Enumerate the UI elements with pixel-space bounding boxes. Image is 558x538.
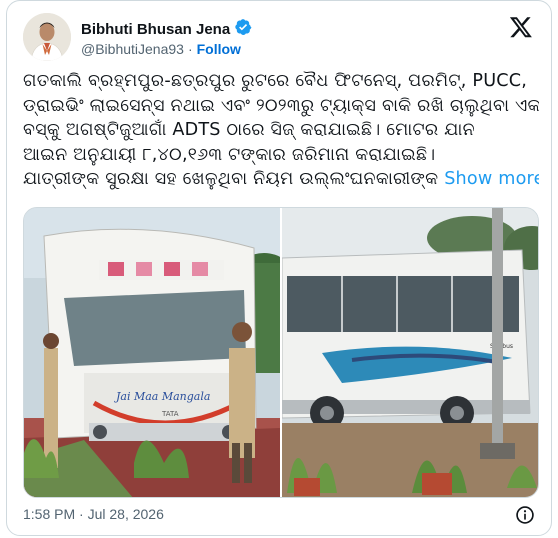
tweet-line: ଡ୍ରାଇଭିଂ ଲାଇସେନ୍ସ ନଥାଇ ଏବଂ ୨୦୨୩ରୁ ଟ୍ୟାକ୍… [23,95,539,116]
tweet-line: ଆଇନ ଅନୁଯାୟୀ ୮,୪୦,୧୬୩ ଟଙ୍କାର ଜରିମାନା କରାଯ… [23,144,436,165]
tweet-header: Bibhuti Bhusan Jena @BibhutiJena93 · Fol… [23,13,535,65]
author-handle-row: @BibhutiJena93 · Follow [81,41,241,57]
verified-badge-icon [234,18,252,40]
tweet-line: ବସ୍‌କୁ ଅଗଷ୍ଟିଜୁଆଗାଁ ADTS ଠାରେ ସିଜ୍ କରାଯା… [23,120,475,140]
bus-front-photo[interactable]: Jai Maa Mangala TATA [24,208,280,497]
bus-side-photo[interactable]: Starbus [282,208,538,497]
tweet-line-text: ଯାତ୍ରୀଙ୍କ ସୁରକ୍ଷା ସହ ଖେଳୁଥିବା ନିୟମ ଉଲ୍ଲଂ… [23,169,439,189]
tweet-text: ଗତକାଲି ବ୍ରହ୍ମପୁର-ଛତ୍ରପୁର ରୁଟରେ ବୈଧ ଫିଟନେ… [23,69,539,192]
tweet-line: ଗତକାଲି ବ୍ରହ୍ମପୁର-ଛତ୍ରପୁର ରୁଟରେ ବୈଧ ଫିଟନେ… [23,71,528,91]
show-more-link[interactable]: Show more [444,169,539,189]
info-icon[interactable] [515,505,535,525]
bus-name-text: Jai Maa Mangala [114,390,210,403]
tweet-line-last: ଯାତ୍ରୀଙ୍କ ସୁରକ୍ଷା ସହ ଖେଳୁଥିବା ନିୟମ ଉଲ୍ଲଂ… [23,167,539,192]
tweet-timestamp[interactable]: 1:58 PM · Jul 28, 2026 [23,506,164,522]
follow-button[interactable]: Follow [197,41,241,57]
author-name-row: Bibhuti Bhusan Jena [81,18,252,40]
separator-dot: · [187,41,193,57]
tata-brand-text: TATA [161,410,179,418]
author-handle[interactable]: @BibhutiJena93 [81,41,184,57]
author-name[interactable]: Bibhuti Bhusan Jena [81,21,230,38]
tweet-card: Bibhuti Bhusan Jena @BibhutiJena93 · Fol… [6,0,552,536]
x-logo-icon[interactable] [509,15,535,41]
media-grid: Jai Maa Mangala TATA [23,207,539,498]
avatar[interactable] [23,13,71,61]
